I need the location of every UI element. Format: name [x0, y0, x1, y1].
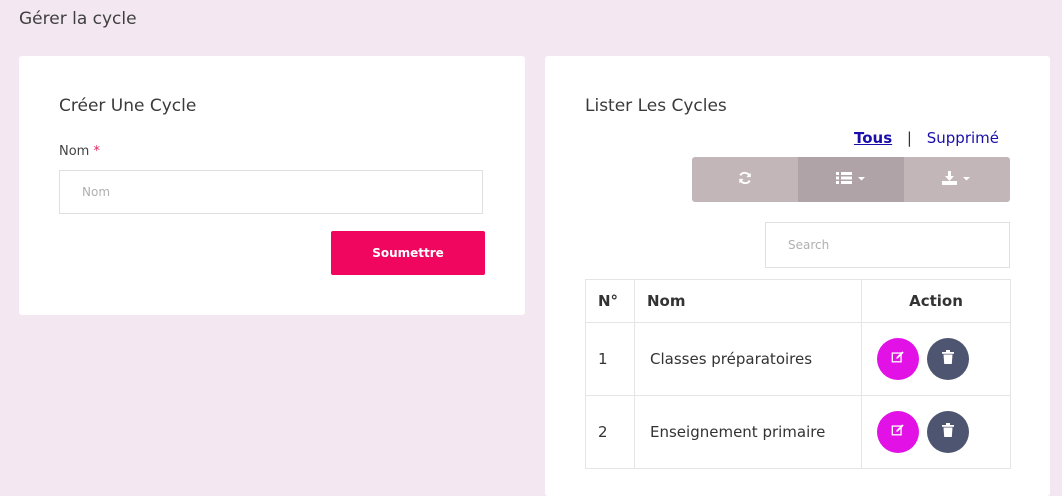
filter-deleted-link[interactable]: Supprimé [927, 129, 999, 147]
export-button[interactable] [904, 157, 1010, 202]
name-field-label: Nom * [59, 144, 100, 159]
name-input[interactable] [59, 170, 483, 214]
trash-icon [942, 350, 954, 368]
row-name: Classes préparatoires [634, 322, 862, 396]
trash-icon [942, 423, 954, 441]
edit-icon [891, 350, 905, 368]
filter-links: Tous | Supprimé [854, 129, 999, 147]
header-name: Nom [634, 279, 862, 323]
table-row: 1 Classes préparatoires [585, 322, 1011, 396]
submit-button[interactable]: Soumettre [331, 231, 485, 275]
refresh-icon [738, 170, 752, 189]
table-row: 2 Enseignement primaire [585, 395, 1011, 469]
row-actions [861, 322, 1011, 396]
delete-button[interactable] [927, 338, 969, 380]
page-title: Gérer la cycle [19, 9, 137, 29]
header-num: N° [585, 279, 635, 323]
header-action: Action [861, 279, 1011, 323]
create-card-title: Créer Une Cycle [59, 96, 197, 116]
row-actions [861, 395, 1011, 469]
edit-button[interactable] [877, 411, 919, 453]
list-cycles-card: Lister Les Cycles Tous | Supprimé Search… [545, 56, 1050, 496]
columns-button[interactable] [798, 157, 904, 202]
columns-icon [836, 170, 866, 189]
table-header-row: N° Nom Action [585, 279, 1011, 323]
filter-separator: | [906, 129, 912, 147]
list-card-title: Lister Les Cycles [585, 96, 727, 116]
search-input[interactable] [765, 222, 1010, 268]
edit-button[interactable] [877, 338, 919, 380]
refresh-button[interactable] [692, 157, 798, 202]
download-icon [942, 170, 972, 189]
filter-all-link[interactable]: Tous [854, 129, 892, 147]
name-label-text: Nom [59, 144, 90, 159]
table-toolbar [692, 157, 1010, 202]
row-num: 2 [585, 395, 635, 469]
delete-button[interactable] [927, 411, 969, 453]
cycles-table: N° Nom Action 1 Classes préparatoires 2 … [585, 279, 1011, 469]
row-num: 1 [585, 322, 635, 396]
required-marker: * [93, 144, 100, 159]
create-cycle-card: Créer Une Cycle Nom * Soumettre [19, 56, 525, 315]
edit-icon [891, 423, 905, 441]
row-name: Enseignement primaire [634, 395, 862, 469]
